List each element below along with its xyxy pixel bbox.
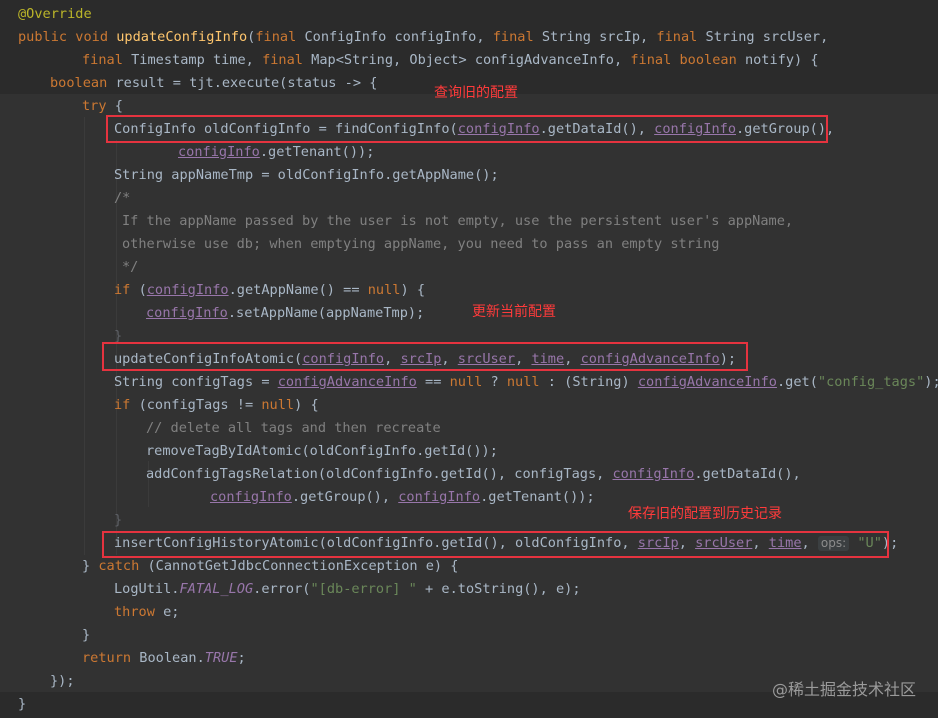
code-line: public void updateConfigInfo(final Confi… bbox=[18, 29, 829, 45]
annotation-query-old-config: 查询旧的配置 bbox=[434, 85, 518, 101]
comment-line: If the appName passed by the user is not… bbox=[122, 213, 794, 229]
update-config-highlight-box bbox=[102, 342, 748, 371]
code-line: }); bbox=[50, 673, 75, 689]
code-line: } catch (CannotGetJdbcConnectionExceptio… bbox=[82, 558, 459, 574]
code-line: if (configTags != null) { bbox=[114, 397, 319, 413]
comment-line: */ bbox=[122, 259, 139, 275]
code-line: configInfo.getTenant()); bbox=[178, 144, 375, 160]
comment-line: otherwise use db; when emptying appName,… bbox=[122, 236, 720, 252]
code-line: return Boolean.TRUE; bbox=[82, 650, 246, 666]
code-line: } bbox=[82, 627, 91, 643]
code-line: configInfo.setAppName(appNameTmp); bbox=[146, 305, 425, 321]
insert-history-highlight-box bbox=[102, 531, 889, 558]
code-line: } bbox=[18, 696, 27, 712]
code-line: String configTags = configAdvanceInfo ==… bbox=[114, 374, 938, 390]
code-line: final Timestamp time, final Map<String, … bbox=[82, 52, 819, 68]
annotation-save-old-to-history: 保存旧的配置到历史记录 bbox=[628, 506, 782, 522]
code-line: @Override bbox=[18, 3, 92, 26]
indent-guide bbox=[84, 117, 85, 555]
watermark: @稀土掘金技术社区 bbox=[771, 680, 916, 699]
code-line: addConfigTagsRelation(oldConfigInfo.getI… bbox=[146, 466, 801, 482]
code-line: LogUtil.FATAL_LOG.error("[db-error] " + … bbox=[114, 581, 581, 597]
find-config-highlight-box bbox=[106, 115, 828, 143]
code-line: configInfo.getGroup(), configInfo.getTen… bbox=[210, 489, 595, 505]
code-line: String appNameTmp = oldConfigInfo.getApp… bbox=[114, 167, 499, 183]
code-line: boolean result = tjt.execute(status -> { bbox=[50, 75, 378, 91]
code-line: throw e; bbox=[114, 604, 180, 620]
code-line: } bbox=[114, 512, 123, 528]
code-line: removeTagByIdAtomic(oldConfigInfo.getId(… bbox=[146, 443, 498, 459]
annotation-update-current-config: 更新当前配置 bbox=[472, 304, 556, 320]
annotation-override: @Override bbox=[18, 6, 92, 22]
comment-line: /* bbox=[114, 190, 131, 206]
comment-line: // delete all tags and then recreate bbox=[146, 420, 441, 436]
code-line: if (configInfo.getAppName() == null) { bbox=[114, 282, 426, 298]
